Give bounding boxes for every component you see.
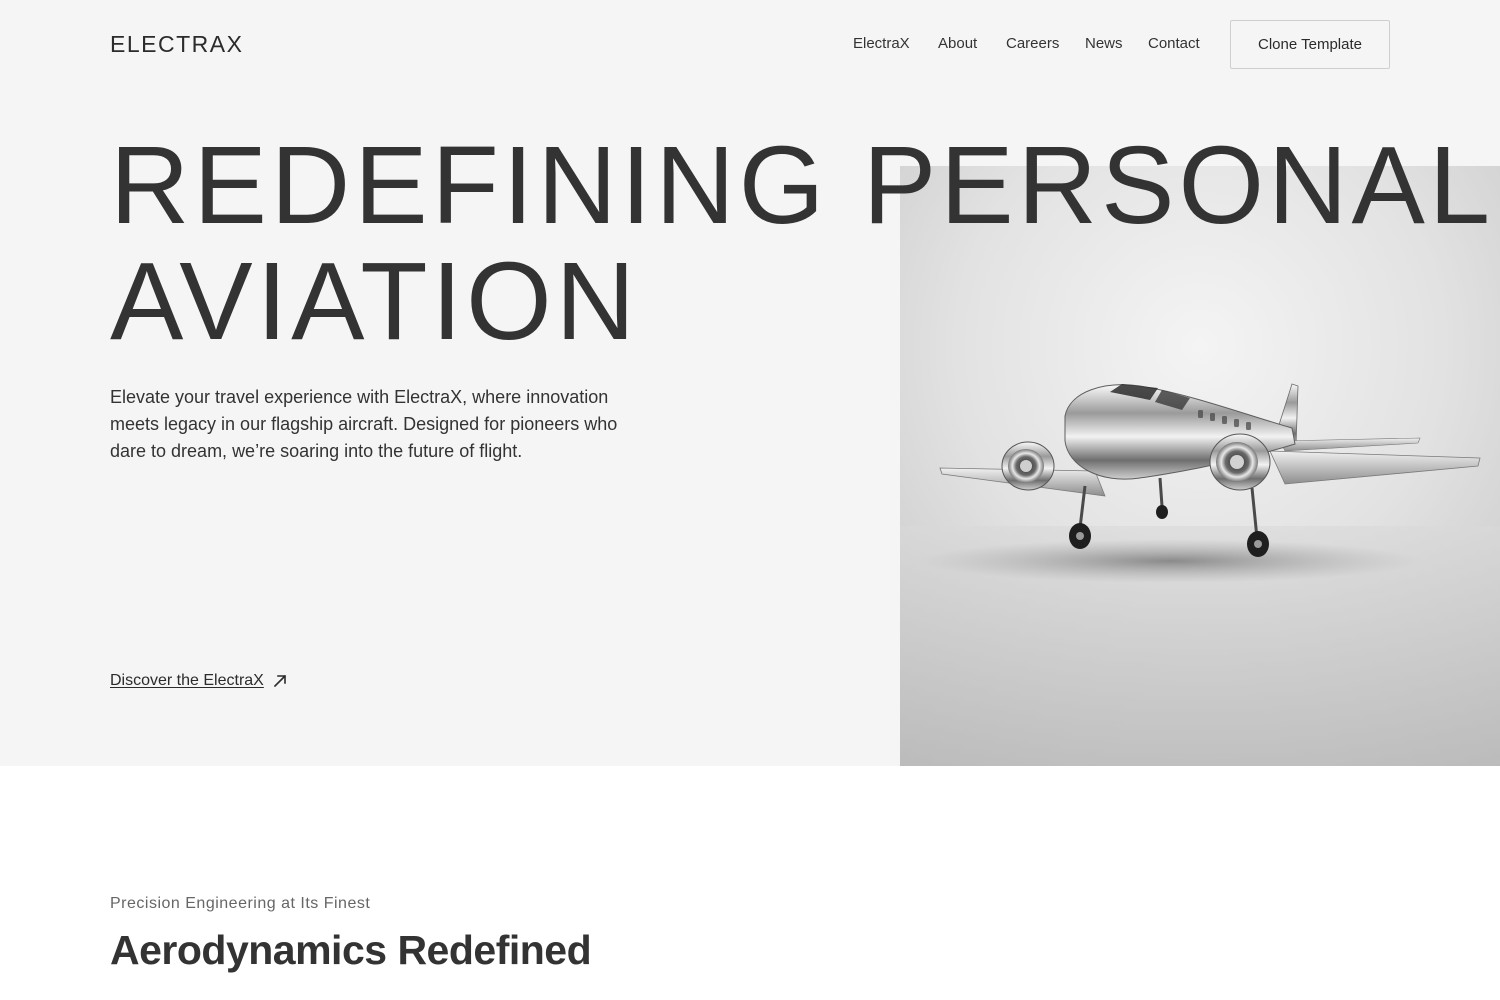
hero-intro-text: Elevate your travel experience with Elec… <box>110 387 618 461</box>
nav-item-careers[interactable]: Careers <box>1006 35 1059 53</box>
clone-template-button[interactable]: Clone Template <box>1230 20 1390 69</box>
logo[interactable]: ELECTRAX <box>110 31 243 57</box>
nav-item-news[interactable]: News <box>1085 35 1123 53</box>
discover-electrax-link[interactable]: Discover the ElectraX <box>110 672 288 690</box>
arrow-up-right-icon <box>272 673 288 689</box>
hero-headline-line-2: AVIATION <box>110 240 640 363</box>
section-title: Aerodynamics Redefined <box>110 927 592 973</box>
page: ELECTRAX ElectraX About Careers News Con… <box>0 0 1500 1000</box>
nav-item-about[interactable]: About <box>938 35 977 53</box>
clone-template-label: Clone Template <box>1258 36 1362 53</box>
nav-item-electrax[interactable]: ElectraX <box>853 35 910 53</box>
discover-link-label: Discover the ElectraX <box>110 672 264 689</box>
nav-item-contact[interactable]: Contact <box>1148 35 1200 53</box>
hero-headline: REDEFINING PERSONAL AVIATION <box>110 124 1495 363</box>
hero-headline-line-1: REDEFINING PERSONAL <box>110 124 1495 247</box>
section-eyebrow: Precision Engineering at Its Finest <box>110 895 371 912</box>
